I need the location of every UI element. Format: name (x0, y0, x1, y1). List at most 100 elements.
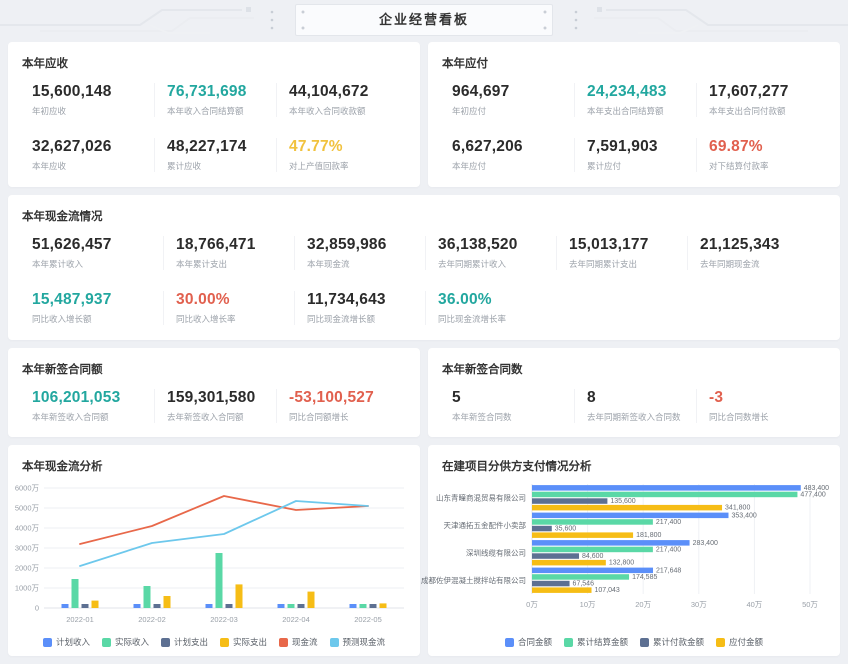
legend-swatch (161, 638, 170, 647)
bar-segment (532, 492, 797, 498)
card-payable: 本年应付 964,697年初应付24,234,483本年支出合同结算额17,60… (428, 42, 840, 187)
legend-item[interactable]: 预测现金流 (330, 636, 386, 648)
value-label: 132,800 (609, 560, 634, 567)
stat-item: 15,487,937同比收入增长额 (32, 291, 163, 325)
value-label: 353,400 (731, 512, 756, 519)
stat-value: 47.77% (289, 138, 398, 156)
stat-label: 本年支出合同付款额 (709, 105, 818, 117)
x-axis-label: 0万 (526, 600, 538, 609)
stat-value: 36.00% (438, 291, 556, 309)
legend-swatch (43, 638, 52, 647)
header-decoration-left (0, 0, 290, 40)
stat-value: 15,487,937 (32, 291, 163, 309)
y-axis-label: 5000万 (15, 504, 40, 513)
stat-label: 本年应付 (452, 160, 574, 172)
stat-item: 51,626,457本年累计收入 (32, 236, 163, 270)
legend-item[interactable]: 计划收入 (43, 636, 90, 648)
stat-value: 32,627,026 (32, 138, 154, 156)
bar-segment (236, 584, 243, 608)
value-label: 35,600 (555, 526, 577, 533)
legend-item[interactable]: 应付金额 (716, 636, 763, 648)
legend-swatch (716, 638, 725, 647)
stat-item: 69.87% 对下结算付款率 (696, 138, 818, 172)
bar-segment (532, 574, 629, 580)
bar-segment (62, 604, 69, 608)
stat-item: 32,627,026本年应收 (32, 138, 154, 172)
stat-item: 159,301,580去年新签收入合同额 (154, 389, 276, 423)
stat-item: 15,600,148 年初应收 (32, 83, 154, 117)
legend-item[interactable]: 累计结算金额 (564, 636, 628, 648)
stat-value: 32,859,986 (307, 236, 425, 254)
legend-item[interactable]: 现金流 (279, 636, 318, 648)
cashflow-chart-legend: 计划收入 实际收入计划支出实际支出现金流预测现金流 (8, 636, 420, 648)
stat-item: 5本年新签合同数 (452, 389, 574, 423)
legend-item[interactable]: 合同金额 (505, 636, 552, 648)
stat-label: 去年同期累计支出 (569, 258, 687, 270)
value-label: 217,648 (656, 567, 681, 574)
stat-value: 6,627,206 (452, 138, 574, 156)
bar-segment (134, 604, 141, 608)
supplier-chart-legend: 合同金额 累计结算金额累计付款金额 应付金额 (428, 636, 840, 648)
receivable-card-title: 本年应收 (8, 42, 420, 71)
bar-segment (144, 586, 151, 608)
legend-label: 实际收入 (115, 636, 149, 648)
stat-item: 6,627,206 本年应付 (452, 138, 574, 172)
stat-label: 本年新签合同数 (452, 411, 574, 423)
payable-stats: 964,697年初应付24,234,483本年支出合同结算额17,607,277… (428, 71, 840, 172)
bar-segment (532, 587, 592, 593)
stat-label: 本年累计支出 (176, 258, 294, 270)
stat-label: 本年现金流 (307, 258, 425, 270)
legend-item[interactable]: 实际收入 (102, 636, 149, 648)
legend-item[interactable]: 计划支出 (161, 636, 208, 648)
legend-label: 计划收入 (56, 636, 90, 648)
stat-label: 对下结算付款率 (709, 160, 818, 172)
contract-amount-stats: 106,201,053本年新签收入合同额159,301,580去年新签收入合同额… (8, 377, 420, 423)
x-axis-label: 2022-02 (138, 615, 166, 624)
legend-item[interactable]: 累计付款金额 (640, 636, 704, 648)
bar-segment (360, 604, 367, 608)
bar-segment (532, 519, 653, 525)
stat-label: 年初应收 (32, 105, 154, 117)
y-axis-label: 6000万 (15, 484, 40, 493)
contract-count-stats: 5本年新签合同数8去年同期新签收入合同数-3同比合同数增长 (428, 377, 840, 423)
x-axis-label: 40万 (746, 600, 762, 609)
stat-item: 47.77%对上产值回款率 (276, 138, 398, 172)
cashflow-chart-canvas: 01000万2000万3000万4000万5000万6000万2022-0120… (8, 476, 420, 626)
value-label: 283,400 (693, 540, 718, 547)
value-label: 67,546 (573, 581, 595, 588)
bar-segment (532, 547, 653, 553)
stat-value: 15,013,177 (569, 236, 687, 254)
stat-value: 8 (587, 389, 696, 407)
stat-value: 76,731,698 (167, 83, 276, 101)
bar-segment (532, 532, 633, 538)
stat-item: 8去年同期新签收入合同数 (574, 389, 696, 423)
stat-item: 48,227,174累计应收 (154, 138, 276, 172)
stat-value: -3 (709, 389, 818, 407)
stat-item: 11,734,643同比现金流增长额 (294, 291, 425, 325)
stat-value: 69.87% (709, 138, 818, 156)
stat-label: 同比现金流增长率 (438, 313, 556, 325)
stat-value: 21,125,343 (700, 236, 818, 254)
cashflow-stats: 51,626,457本年累计收入18,766,471本年累计支出 32,859,9… (8, 224, 840, 325)
legend-item[interactable]: 实际支出 (220, 636, 267, 648)
stat-value: 15,600,148 (32, 83, 154, 101)
stat-item: 18,766,471本年累计支出 (163, 236, 294, 270)
stat-label: 本年收入合同收款额 (289, 105, 398, 117)
legend-label: 累计结算金额 (577, 636, 628, 648)
supplier-chart-canvas: 0万10万20万30万40万50万山东青瞳商混贸易有限公司483,400477,… (428, 476, 840, 614)
bar-segment (380, 603, 387, 608)
stat-item: 964,697年初应付 (452, 83, 574, 117)
stat-label: 本年累计收入 (32, 258, 163, 270)
stat-item: 21,125,343去年同期现金流 (687, 236, 818, 270)
bar-segment (532, 505, 722, 511)
stat-item: 44,104,672本年收入合同收款额 (276, 83, 398, 117)
legend-label: 应付金额 (729, 636, 763, 648)
stat-value: 36,138,520 (438, 236, 556, 254)
value-label: 107,043 (595, 587, 620, 594)
bar-segment (532, 498, 607, 504)
card-new-contract-amount: 本年新签合同额 106,201,053本年新签收入合同额159,301,580去… (8, 348, 420, 437)
stat-label: 去年新签收入合同额 (167, 411, 276, 423)
bar-segment (532, 553, 579, 559)
stat-value: 30.00% (176, 291, 294, 309)
value-label: 217,400 (656, 546, 681, 553)
